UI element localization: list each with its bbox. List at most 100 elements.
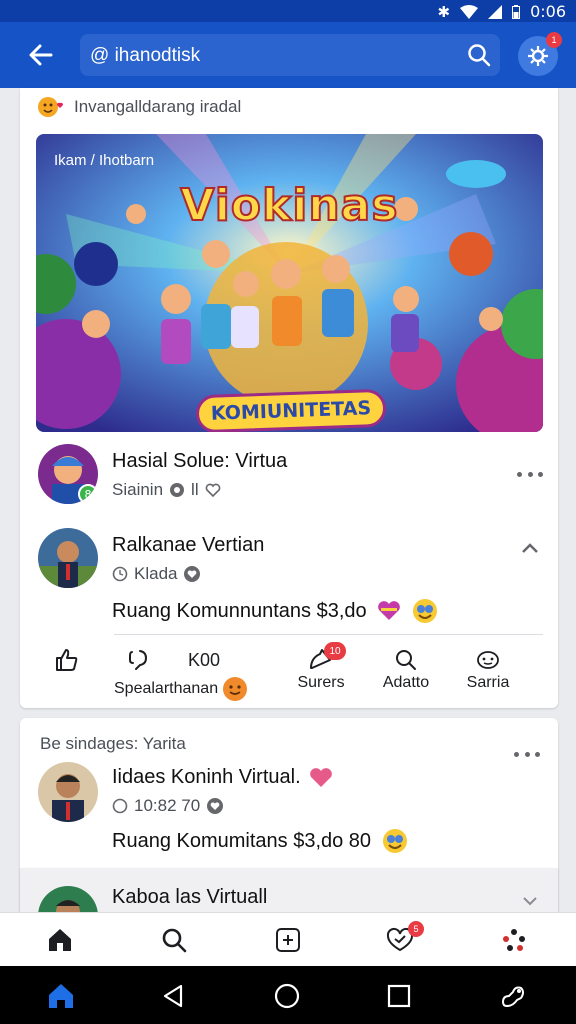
nav-menu[interactable]: [498, 925, 530, 955]
group-post-card: Invangalldarang iradal Ikam / Ihotbarn V…: [20, 88, 558, 708]
thumbs-up-icon: [56, 649, 78, 671]
post-title[interactable]: Ralkanae Vertian: [112, 534, 264, 557]
chevron-up-icon[interactable]: [521, 542, 539, 554]
post-meta-count: ll: [191, 480, 199, 499]
banner-illustration: [36, 134, 543, 432]
search-icon: [162, 928, 187, 953]
chevron-down-icon[interactable]: [522, 896, 538, 906]
more-options-button[interactable]: [514, 744, 540, 764]
search-icon: [396, 650, 416, 670]
emoji-icon: [477, 651, 499, 669]
banner-caption: Ikam / Ihotbarn: [54, 152, 155, 169]
status-time: 0:06: [530, 2, 566, 21]
status-bar: ✱ 0:06: [0, 0, 576, 22]
search-input[interactable]: @ ihanodtisk: [90, 45, 200, 67]
profile-button[interactable]: 1: [518, 32, 562, 76]
heart-emoji-icon: [309, 767, 332, 787]
post-meta-text: Siainin: [112, 480, 164, 499]
post-title[interactable]: Kaboa las Virtuall: [112, 886, 267, 909]
post-text: Ruang Komumitans $3,do 80: [112, 828, 409, 854]
add-icon: [276, 928, 300, 952]
gear-icon: [528, 46, 548, 66]
save-button[interactable]: Sarria: [460, 646, 516, 692]
comment-icon: [129, 650, 148, 670]
avatar-image: [38, 528, 98, 588]
banner-title: Viokinas: [179, 179, 399, 232]
group-name: Invangalldarang iradal: [74, 97, 242, 116]
dot-icon: [514, 751, 519, 757]
system-home-circle-button[interactable]: [272, 981, 302, 1011]
heart-filled-icon: [207, 798, 224, 814]
signal-icon: [488, 4, 503, 19]
triangle-back-icon: [163, 984, 183, 1008]
divider: [114, 634, 543, 635]
share-button[interactable]: 10 Surers: [296, 642, 346, 692]
laughing-emoji-icon: [383, 829, 408, 853]
heart-emoji-icon: [377, 601, 400, 620]
more-options-button[interactable]: [517, 464, 543, 484]
profile-badge: 1: [546, 32, 562, 48]
community-banner-image[interactable]: Ikam / Ihotbarn Viokinas KOMIUNITETAS: [36, 134, 543, 432]
clock-icon: [112, 798, 128, 814]
badge-icon: [170, 483, 185, 497]
system-back-button[interactable]: [158, 981, 188, 1011]
like-button[interactable]: [52, 646, 82, 674]
system-assistant-button[interactable]: [498, 981, 528, 1011]
face-emoji-icon: [223, 677, 248, 701]
post-title[interactable]: Hasial Solue: Virtua: [112, 450, 287, 473]
avatar[interactable]: [38, 528, 98, 588]
nav-home[interactable]: [44, 925, 76, 955]
nav-add[interactable]: [272, 925, 304, 955]
search-icon[interactable]: [466, 42, 492, 68]
post-meta: 10:82 70: [112, 796, 224, 816]
system-recents-button[interactable]: [384, 981, 414, 1011]
dot-icon: [524, 751, 530, 757]
post-meta: Klada: [112, 564, 201, 584]
clock-icon: [112, 566, 128, 582]
home-icon: [49, 984, 73, 1008]
arrow-left-icon: [29, 44, 53, 66]
dot-icon: [527, 471, 533, 477]
post-meta-text: 10:82 70: [134, 796, 201, 815]
post-title[interactable]: Iidaes Koninh Virtual.: [112, 766, 301, 789]
group-header[interactable]: Invangalldarang iradal: [36, 94, 241, 120]
wifi-icon: [460, 4, 479, 19]
square-recents-icon: [387, 984, 411, 1008]
nav-notifications[interactable]: 5: [384, 921, 424, 955]
smiley-heart-icon: [38, 97, 64, 117]
post-text-content: Ruang Komunnuntans $3,do: [112, 599, 367, 622]
dot-icon: [538, 471, 543, 477]
share-label: Surers: [297, 674, 345, 691]
dot-icon: [535, 751, 540, 757]
post-item[interactable]: 8 Hasial Solue: Virtua Siainin ll: [38, 444, 543, 508]
avatar[interactable]: 8: [38, 444, 98, 504]
dot-icon: [517, 471, 522, 477]
card-header: Be sindages: Yarita: [40, 734, 186, 753]
save-label: Sarria: [466, 674, 510, 691]
nav-search[interactable]: [158, 925, 190, 955]
post-item[interactable]: Ralkanae Vertian Klada Ruang Komunnuntan…: [38, 528, 543, 628]
notifications-badge: 5: [408, 921, 424, 937]
post-meta: Siainin ll: [112, 480, 221, 500]
post-item[interactable]: Iidaes Koninh Virtual. 10:82 70 Ruang Ko…: [38, 762, 543, 862]
comment-button[interactable]: K00 Spealarthanan: [114, 646, 274, 702]
back-button[interactable]: [24, 38, 58, 72]
battery-icon: [512, 4, 521, 19]
heart-icon: [205, 483, 220, 498]
banner-subtitle: KOMIUNITETAS: [210, 397, 372, 425]
avatar[interactable]: [38, 762, 98, 822]
system-home-button[interactable]: [46, 981, 76, 1011]
system-navigation-bar: [0, 966, 576, 1024]
post-text: Ruang Komunnuntans $3,do: [112, 598, 439, 624]
search-field[interactable]: @ ihanodtisk: [80, 34, 500, 76]
verified-icon: 8: [78, 484, 98, 504]
add-button[interactable]: Adatto: [376, 646, 436, 692]
add-label: Adatto: [382, 674, 430, 691]
bottom-navigation: 5: [0, 912, 576, 966]
app-bar: @ ihanodtisk 1: [0, 22, 576, 88]
heart-filled-icon: [184, 566, 201, 582]
comment-count: K00: [188, 649, 221, 670]
banner-subtitle-ribbon: KOMIUNITETAS: [195, 388, 387, 432]
bluetooth-icon: ✱: [437, 3, 451, 21]
laughing-emoji-icon: [412, 599, 437, 623]
